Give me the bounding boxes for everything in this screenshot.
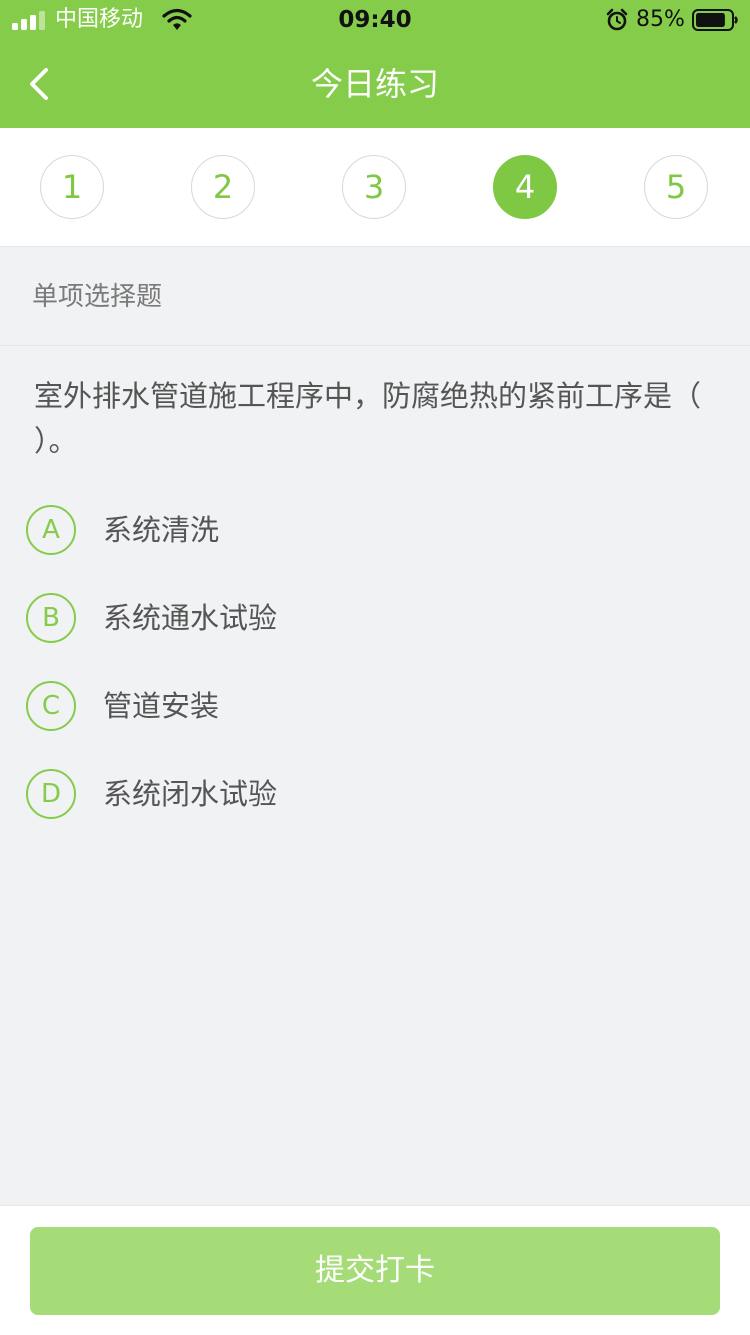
carrier-name: 中国移动: [55, 7, 144, 32]
option-letter: C: [26, 681, 76, 731]
question-nav-item-4[interactable]: 4: [493, 155, 557, 219]
option-d[interactable]: D 系统闭水试验: [26, 769, 726, 821]
question-nav-item-3[interactable]: 3: [342, 155, 406, 219]
chevron-left-icon: [30, 68, 48, 100]
option-text: 管道安装: [103, 689, 220, 723]
app-header: 中国移动 09:40 85% 今日练习: [0, 0, 750, 128]
option-text: 系统清洗: [103, 513, 220, 547]
battery-icon: [692, 9, 738, 31]
option-a[interactable]: A 系统清洗: [26, 505, 726, 557]
back-button[interactable]: [20, 58, 60, 110]
submit-checkin-button[interactable]: 提交打卡: [30, 1227, 720, 1315]
footer-bar: 提交打卡: [0, 1205, 750, 1335]
question-nav-item-5[interactable]: 5: [644, 155, 708, 219]
option-letter: D: [26, 769, 76, 819]
question-nav-item-1[interactable]: 1: [40, 155, 104, 219]
option-text: 系统通水试验: [103, 601, 278, 635]
question-navigator: 1 2 3 4 5: [0, 128, 750, 247]
status-bar: 中国移动 09:40 85%: [0, 0, 750, 40]
question-nav-item-2[interactable]: 2: [191, 155, 255, 219]
option-c[interactable]: C 管道安装: [26, 681, 726, 733]
battery-percentage: 85%: [636, 7, 685, 32]
alarm-clock-icon: [606, 8, 628, 31]
question-type-label: 单项选择题: [32, 282, 163, 312]
question-type-section: 单项选择题: [0, 247, 750, 346]
option-text: 系统闭水试验: [103, 777, 278, 811]
option-letter: B: [26, 593, 76, 643]
page-title: 今日练习: [310, 65, 439, 103]
signal-bars-icon: [12, 11, 45, 30]
option-b[interactable]: B 系统通水试验: [26, 593, 726, 645]
option-letter: A: [26, 505, 76, 555]
wifi-icon: [162, 8, 192, 30]
question-text: 室外排水管道施工程序中，防腐绝热的紧前工序是（ ）。: [34, 379, 702, 458]
